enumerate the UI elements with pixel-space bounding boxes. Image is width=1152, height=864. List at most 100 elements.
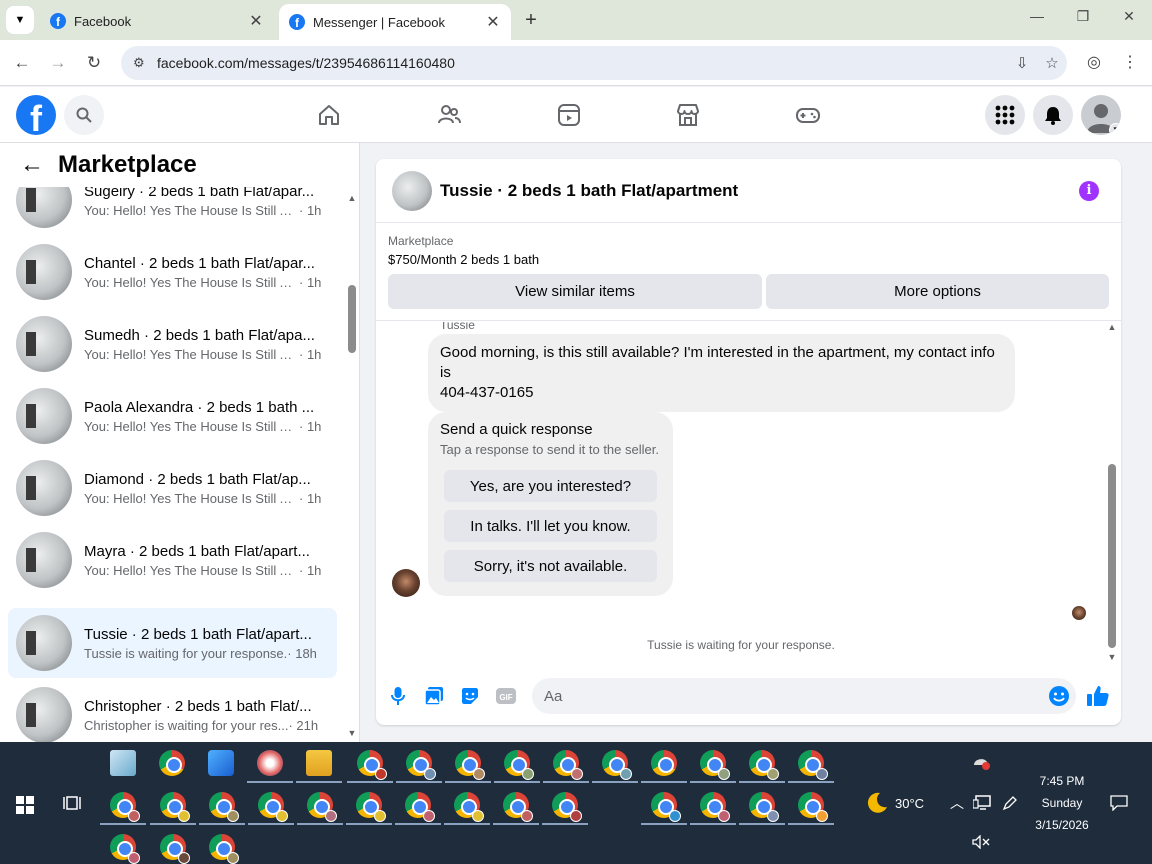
conversation-item-active[interactable]: Tussie · 2 beds 1 bath Flat/apart... Tus… [8,608,337,678]
chrome-profile-icon[interactable] [444,792,490,825]
back-arrow-icon[interactable]: ← [20,151,44,179]
like-button[interactable] [1086,684,1110,708]
restore-button[interactable]: ❐ [1068,8,1098,25]
view-similar-button[interactable]: View similar items [388,274,762,309]
chrome-profile-icon[interactable] [739,750,785,783]
more-options-button[interactable]: More options [766,274,1109,309]
address-bar[interactable]: ⚙ facebook.com/messages/t/23954686114160… [121,46,1067,80]
gif-button[interactable]: GIF [494,684,518,708]
new-tab-button[interactable]: + [519,8,543,32]
show-hidden-icons-icon[interactable]: ︿ [950,793,964,813]
chrome-app-icon[interactable] [159,750,185,776]
chrome-profile-icon[interactable] [690,792,736,825]
chrome-profile-icon[interactable] [297,792,343,825]
tab-facebook[interactable]: f Facebook ✕ [40,6,274,36]
message-bubble[interactable]: Good morning, is this still available? I… [428,334,1015,412]
photos-app-icon[interactable] [208,750,234,776]
emoji-button[interactable] [1047,684,1071,708]
quick-reply-yes-button[interactable]: Yes, are you interested? [444,470,657,502]
clock-time[interactable]: 7:45 PM [1030,774,1094,788]
voice-clip-button[interactable] [386,684,410,708]
chrome-profile-icon[interactable] [160,834,190,864]
back-button[interactable]: ← [11,52,33,74]
sticker-button[interactable] [458,684,482,708]
chrome-profile-icon[interactable] [542,792,588,825]
chrome-profile-icon[interactable] [641,792,687,825]
nav-marketplace[interactable] [672,99,704,131]
chrome-profile-icon[interactable] [100,792,146,825]
tray-app-icon[interactable] [973,755,991,771]
volume-muted-icon[interactable] [972,835,990,849]
scrollbar-thumb[interactable] [348,285,356,353]
windows-start-icon[interactable] [16,796,34,814]
network-icon[interactable] [973,795,991,811]
paint-app-icon[interactable] [247,750,293,783]
attach-photo-button[interactable] [422,684,446,708]
chrome-profile-icon[interactable] [209,834,239,864]
chrome-profile-icon[interactable] [592,750,638,783]
chrome-profile-icon[interactable] [445,750,491,783]
quick-reply-not-available-button[interactable]: Sorry, it's not available. [444,550,657,582]
nav-video[interactable] [553,99,585,131]
scrollbar-thumb[interactable] [1108,464,1116,648]
nav-home[interactable] [313,99,345,131]
quick-reply-in-talks-button[interactable]: In talks. I'll let you know. [444,510,657,542]
chrome-profile-icon[interactable] [395,792,441,825]
chrome-app-icon[interactable] [641,750,687,783]
chrome-profile-icon[interactable] [739,792,785,825]
conversation-item[interactable]: Mayra · 2 beds 1 bath Flat/apart... You:… [8,525,337,595]
install-app-icon[interactable]: ⇩ [1007,54,1037,72]
notification-center-icon[interactable] [1110,795,1128,811]
nav-friends[interactable] [433,99,465,131]
chrome-profile-icon[interactable] [396,750,442,783]
tab-search-button[interactable]: ▼ [6,6,34,34]
forward-button[interactable]: → [47,52,69,74]
chrome-profile-icon[interactable] [248,792,294,825]
reload-button[interactable]: ↻ [83,52,105,74]
sidebar-scrollbar[interactable]: ▲ ▼ [346,193,358,738]
chrome-profile-icon[interactable] [150,792,196,825]
url-text[interactable]: facebook.com/messages/t/2395468611416048… [157,55,1007,71]
facebook-logo-icon[interactable]: f [16,95,56,135]
site-settings-icon[interactable]: ⚙ [133,55,151,71]
minimize-button[interactable]: — [1022,8,1052,24]
tab-messenger[interactable]: f Messenger | Facebook ✕ [279,4,511,40]
notepad-app-icon[interactable] [110,750,136,776]
file-explorer-icon[interactable] [296,750,342,783]
clock-date[interactable]: 3/15/2026 [1030,818,1094,832]
account-avatar[interactable]: ▼ [1081,95,1121,135]
chrome-profile-icon[interactable] [110,834,140,864]
conversation-item[interactable]: Christopher · 2 beds 1 bath Flat/... Chr… [8,680,337,742]
close-tab-icon[interactable]: ✕ [248,11,264,31]
notifications-button[interactable] [1033,95,1073,135]
scroll-down-icon[interactable]: ▼ [346,728,358,738]
chrome-profile-icon[interactable] [788,792,834,825]
clock-day[interactable]: Sunday [1030,796,1094,810]
scroll-up-icon[interactable]: ▲ [346,193,358,203]
close-tab-icon[interactable]: ✕ [485,12,501,32]
chrome-profile-icon[interactable] [347,750,393,783]
chat-title[interactable]: Tussie · 2 beds 1 bath Flat/apartment [440,181,1121,201]
chrome-profile-icon[interactable] [494,750,540,783]
scroll-down-icon[interactable]: ▼ [1106,652,1118,662]
profile-icon[interactable]: ◎ [1083,52,1105,72]
close-window-button[interactable]: ✕ [1114,8,1144,25]
search-button[interactable] [64,95,104,135]
chrome-profile-icon[interactable] [788,750,834,783]
listing-thumbnail[interactable] [392,170,432,211]
chrome-profile-icon[interactable] [543,750,589,783]
menu-button[interactable] [985,95,1025,135]
message-input[interactable] [532,678,1076,714]
weather-temperature[interactable]: 30°C [895,796,924,811]
menu-kebab-icon[interactable]: ⋮ [1119,52,1141,72]
conversation-item[interactable]: Diamond · 2 beds 1 bath Flat/ap... You: … [8,453,337,523]
nav-gaming[interactable] [792,99,824,131]
conversation-item[interactable]: Paola Alexandra · 2 beds 1 bath ... You:… [8,381,337,451]
chrome-profile-icon[interactable] [493,792,539,825]
chrome-profile-icon[interactable] [690,750,736,783]
scroll-up-icon[interactable]: ▲ [1106,322,1118,332]
conversation-item[interactable]: Chantel · 2 beds 1 bath Flat/apar... You… [8,237,337,307]
task-view-icon[interactable] [63,794,81,812]
chrome-profile-icon[interactable] [346,792,392,825]
bookmark-star-icon[interactable]: ☆ [1037,54,1067,72]
